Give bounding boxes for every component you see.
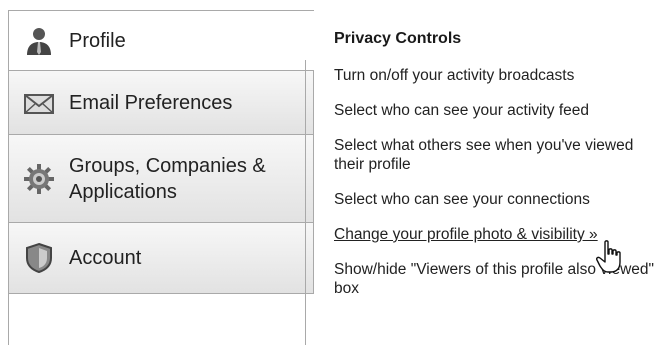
panel-title: Privacy Controls — [334, 30, 462, 47]
nav-item-label: Groups, Companies & Applications — [69, 153, 266, 205]
settings-window: Profile Email Preferences Groups, Compan… — [0, 0, 671, 345]
nav-item-label: Account — [69, 247, 142, 269]
link-activity-feed[interactable]: Select who can see your activity feed — [334, 101, 664, 120]
link-activity-broadcasts[interactable]: Turn on/off your activity broadcasts — [334, 66, 664, 85]
hand-cursor-icon — [596, 240, 621, 273]
nav-left-border — [8, 284, 9, 345]
nav-divider — [305, 60, 306, 345]
nav-item-label-line2: Applications — [69, 180, 177, 203]
nav-item-account[interactable]: Account — [8, 222, 314, 294]
nav-item-email-preferences[interactable]: Email Preferences — [8, 70, 314, 134]
settings-nav: Profile Email Preferences Groups, Compan… — [8, 10, 314, 345]
link-connections-visibility[interactable]: Select who can see your connections — [334, 190, 664, 209]
link-profile-viewed[interactable]: Select what others see when you've viewe… — [334, 136, 664, 174]
nav-item-groups-companies-applications[interactable]: Groups, Companies & Applications — [8, 134, 314, 222]
gear-icon — [24, 163, 54, 194]
nav-item-label: Profile — [69, 29, 126, 52]
shield-icon — [26, 242, 52, 274]
nav-item-profile[interactable]: Profile — [8, 10, 314, 70]
user-icon — [27, 27, 51, 55]
nav-item-label: Email Preferences — [69, 91, 233, 114]
nav-item-label-line1: Groups, Companies & — [69, 154, 266, 177]
envelope-icon — [24, 93, 54, 114]
